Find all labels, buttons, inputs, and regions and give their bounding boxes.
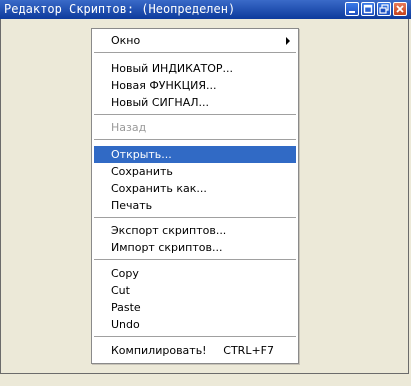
maximize-button[interactable] — [361, 2, 375, 16]
submenu-arrow-icon — [286, 37, 290, 45]
menu-item-label: Открыть... — [111, 148, 172, 161]
menu-separator — [94, 336, 296, 337]
menu-item-save-as[interactable]: Сохранить как... — [94, 180, 296, 197]
window-title: Редактор Скриптов: (Неопределен) — [4, 2, 236, 16]
menu-item-import-scripts[interactable]: Импорт скриптов... — [94, 239, 296, 256]
menu-item-save[interactable]: Сохранить — [94, 163, 296, 180]
menu-item-undo[interactable]: Undo — [94, 316, 296, 333]
menu-item-print[interactable]: Печать — [94, 197, 296, 214]
menu-item-label: Undo — [111, 318, 140, 331]
menu-item-label: Cut — [111, 284, 130, 297]
menu-item-back: Назад — [94, 119, 296, 136]
menu-separator — [94, 52, 296, 53]
menu-item-label: Сохранить как... — [111, 182, 207, 195]
menu-item-label: Сохранить — [111, 165, 173, 178]
restore-button[interactable] — [377, 2, 391, 16]
menu-item-copy[interactable]: Copy — [94, 265, 296, 282]
menu-separator — [94, 114, 296, 115]
menu-item-export-scripts[interactable]: Экспорт скриптов... — [94, 222, 296, 239]
menu-item-label: Компилировать! — [111, 344, 207, 357]
menu-item-window[interactable]: Окно — [94, 32, 296, 49]
menu-separator — [94, 259, 296, 260]
menu-separator — [94, 139, 296, 140]
menu-item-label: Copy — [111, 267, 139, 280]
menu-item-open[interactable]: Открыть... — [94, 146, 296, 163]
menu-item-compile[interactable]: Компилировать! CTRL+F7 — [94, 342, 296, 359]
restore-icon — [379, 4, 389, 14]
close-button[interactable] — [393, 2, 407, 16]
menu-item-label: Новый СИГНАЛ... — [111, 96, 209, 109]
menu-item-label: Окно — [111, 34, 141, 47]
close-icon — [396, 5, 404, 13]
menu-item-label: Новый ИНДИКАТОР... — [111, 62, 233, 75]
menu-item-new-function[interactable]: Новая ФУНКЦИЯ... — [94, 77, 296, 94]
minimize-icon — [349, 11, 355, 13]
maximize-icon — [363, 4, 373, 14]
menu-item-new-signal[interactable]: Новый СИГНАЛ... — [94, 94, 296, 111]
menu-item-label: Печать — [111, 199, 153, 212]
context-menu: Окно Новый ИНДИКАТОР... Новая ФУНКЦИЯ...… — [91, 28, 299, 364]
menu-item-paste[interactable]: Paste — [94, 299, 296, 316]
menu-separator — [94, 217, 296, 218]
menu-item-label: Новая ФУНКЦИЯ... — [111, 79, 217, 92]
menu-item-label: Импорт скриптов... — [111, 241, 223, 254]
menu-item-new-indicator[interactable]: Новый ИНДИКАТОР... — [94, 60, 296, 77]
menu-item-label: Экспорт скриптов... — [111, 224, 227, 237]
menu-item-label: Paste — [111, 301, 141, 314]
title-bar[interactable]: Редактор Скриптов: (Неопределен) — [0, 0, 411, 19]
minimize-button[interactable] — [345, 2, 359, 16]
menu-item-cut[interactable]: Cut — [94, 282, 296, 299]
menu-item-shortcut: CTRL+F7 — [223, 344, 274, 357]
menu-item-label: Назад — [111, 121, 147, 134]
